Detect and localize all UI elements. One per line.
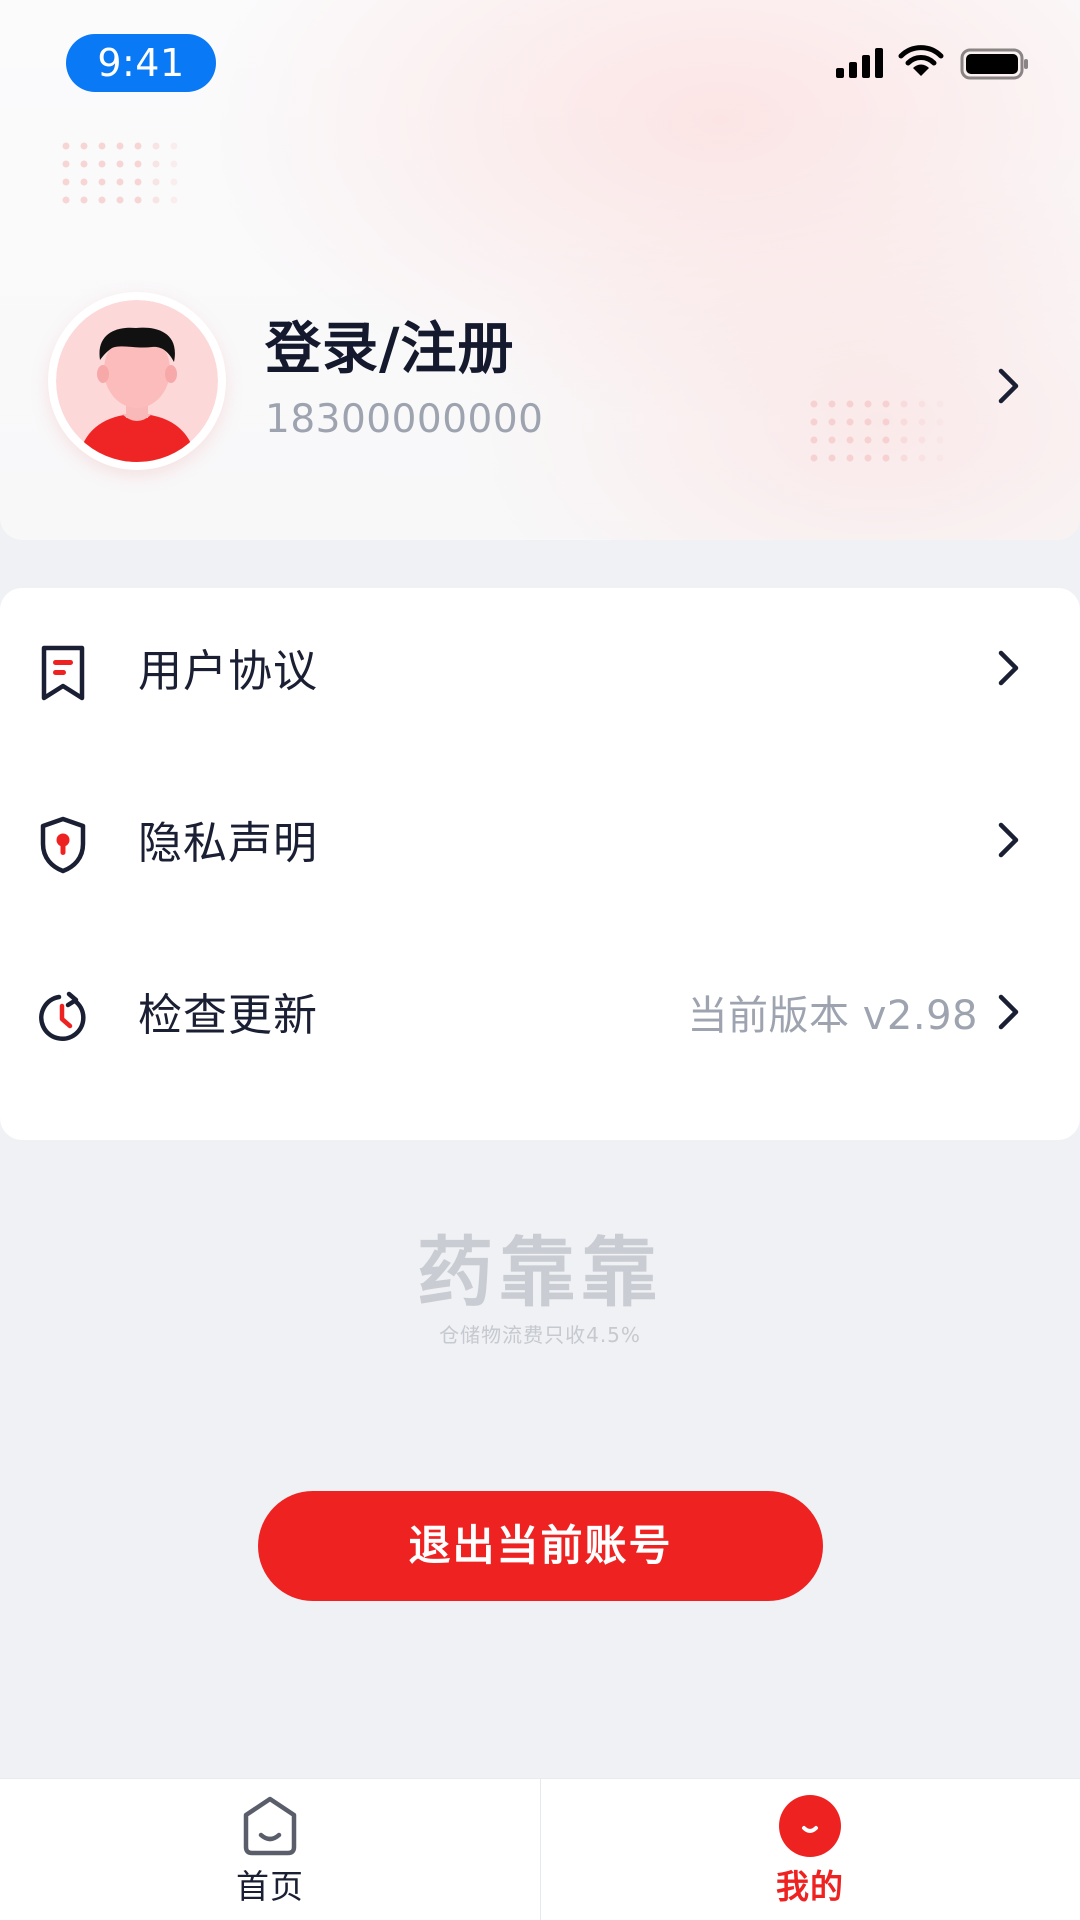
chevron-right-icon[interactable]	[996, 366, 1022, 406]
current-version: 当前版本 v2.98	[687, 993, 978, 1039]
profile-page: 9:41 登录/注册 18300000000 用户协议 隐私声明 检查更新 当前…	[0, 0, 1080, 1920]
brand-slogan: 仓储物流费只收4.5%	[439, 1323, 641, 1347]
profile-header: 9:41 登录/注册 18300000000	[0, 0, 1080, 540]
chevron-right-icon	[998, 822, 1019, 858]
status-bar: 9:41	[0, 0, 1080, 120]
logout-button[interactable]: 退出当前账号	[258, 1491, 823, 1601]
home-icon	[243, 1796, 297, 1856]
decorative-dots	[62, 142, 178, 204]
wifi-icon	[898, 45, 944, 76]
tab-bar: 首页 我的	[0, 1778, 1080, 1920]
menu-item-privacy-statement[interactable]: 隐私声明	[0, 760, 1080, 932]
menu-item-label: 用户协议	[138, 646, 318, 697]
profile-phone: 18300000000	[265, 397, 544, 442]
settings-menu: 用户协议 隐私声明 检查更新 当前版本 v2.98	[0, 588, 1080, 1140]
menu-item-label: 隐私声明	[138, 818, 318, 869]
smile-face-icon	[779, 1795, 841, 1857]
avatar[interactable]	[48, 292, 226, 470]
bookmark-document-icon	[41, 645, 85, 701]
menu-item-label: 检查更新	[138, 990, 318, 1041]
chevron-right-icon	[998, 994, 1019, 1030]
menu-item-check-update[interactable]: 检查更新 当前版本 v2.98	[0, 932, 1080, 1104]
status-time: 9:41	[66, 34, 216, 92]
brand-logo: 药靠靠	[417, 1228, 663, 1317]
shield-keyhole-icon	[40, 816, 86, 874]
tab-mine[interactable]: 我的	[540, 1779, 1080, 1920]
signal-icon	[836, 48, 883, 78]
battery-icon	[960, 48, 1028, 80]
tab-label: 我的	[776, 1867, 844, 1906]
user-avatar-icon	[56, 300, 218, 462]
menu-item-user-agreement[interactable]: 用户协议	[0, 588, 1080, 760]
tab-label: 首页	[236, 1867, 304, 1906]
tab-home[interactable]: 首页	[0, 1779, 540, 1920]
login-register-link[interactable]: 登录/注册	[265, 316, 514, 384]
chevron-right-icon	[998, 650, 1019, 686]
decorative-dots	[810, 400, 944, 462]
clock-refresh-icon	[39, 991, 86, 1041]
